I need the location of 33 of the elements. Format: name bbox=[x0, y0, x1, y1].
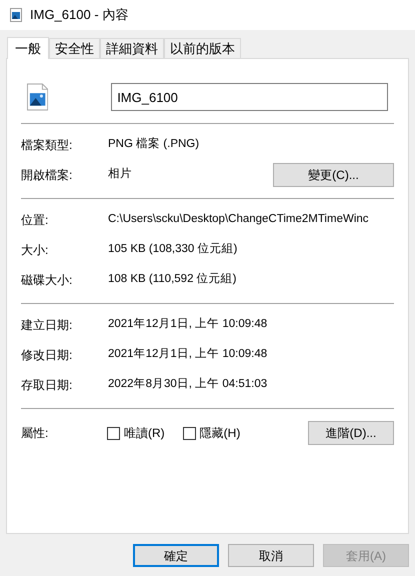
checkbox[interactable] bbox=[182, 426, 196, 440]
image-file-icon bbox=[10, 8, 22, 22]
field-value: 相片 bbox=[108, 166, 132, 182]
field-value: PNG 檔案 (.PNG) bbox=[108, 136, 200, 152]
field-label: 修改日期: bbox=[21, 347, 74, 364]
field-label: 屬性: bbox=[21, 425, 50, 442]
checkbox-label[interactable]: 唯讀(R) bbox=[124, 424, 165, 442]
field-label: 位置: bbox=[21, 212, 50, 229]
checkbox[interactable] bbox=[107, 426, 120, 440]
checkbox-label[interactable]: 隱藏(H) bbox=[200, 424, 240, 442]
dialog-button[interactable]: 取消 bbox=[228, 544, 314, 567]
field-value: 105 KB (108,330 位元組) bbox=[108, 242, 238, 258]
tab[interactable]: 一般 bbox=[7, 37, 49, 59]
file-name-field[interactable]: IMG_6100 bbox=[111, 83, 388, 111]
dialog-button[interactable]: 確定 bbox=[133, 544, 219, 567]
field-label: 開啟檔案: bbox=[21, 167, 74, 184]
field-value: C:\Users\scku\Desktop\ChangeCTime2MTimeWinc bbox=[108, 212, 369, 228]
tab[interactable]: 詳細資料 bbox=[100, 38, 164, 58]
tab[interactable]: 安全性 bbox=[49, 38, 100, 58]
tab[interactable]: 以前的版本 bbox=[164, 38, 241, 58]
change-button[interactable]: 變更(C)... bbox=[273, 163, 394, 187]
image-file-icon bbox=[27, 83, 48, 111]
field-value: 2022年8月30日, 上午 04:51:03 bbox=[108, 376, 268, 392]
field-value: 2021年12月1日, 上午 10:09:48 bbox=[108, 346, 268, 362]
field-label: 磁碟大小: bbox=[21, 272, 74, 289]
field-label: 檔案類型: bbox=[21, 137, 74, 154]
field-label: 存取日期: bbox=[21, 377, 74, 394]
field-value: 108 KB (110,592 位元組) bbox=[108, 272, 236, 288]
field-value: 2021年12月1日, 上午 10:09:48 bbox=[108, 316, 268, 332]
window-title: IMG_6100 - 內容 bbox=[30, 6, 128, 24]
field-label: 建立日期: bbox=[21, 317, 74, 334]
advanced-button[interactable]: 進階(D)... bbox=[308, 421, 394, 445]
field-label: 大小: bbox=[21, 242, 50, 259]
